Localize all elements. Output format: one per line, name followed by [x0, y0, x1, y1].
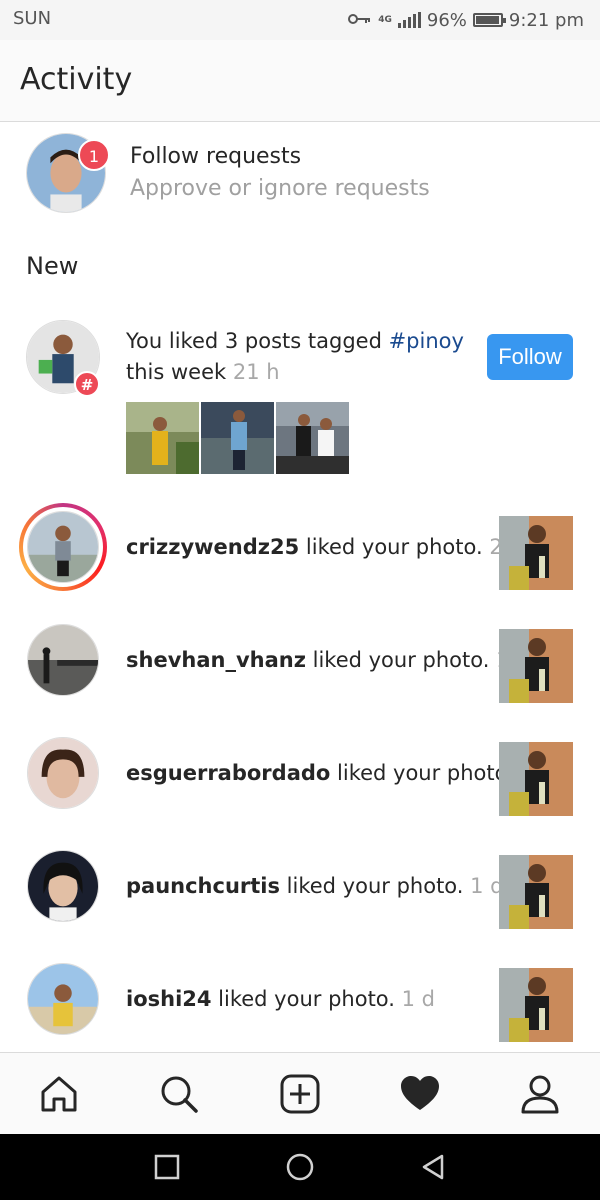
username[interactable]: ioshi24: [126, 987, 212, 1011]
tagged-post-thumbnail[interactable]: [126, 402, 199, 474]
username[interactable]: esguerrabordado: [126, 761, 330, 785]
hashtag-text-after: this week: [126, 360, 227, 384]
user-avatar[interactable]: [27, 963, 99, 1035]
hashtag-activity-time: 21 h: [232, 360, 280, 384]
hashtag-link[interactable]: #pinoy: [389, 329, 464, 353]
user-avatar[interactable]: [27, 737, 99, 809]
activity-action: liked your photo.: [330, 761, 514, 785]
activity-text: ioshi24 liked your photo. 1 d: [126, 987, 435, 1011]
tagged-post-thumbnail[interactable]: [201, 402, 274, 474]
tagged-post-thumbnail[interactable]: [276, 402, 349, 474]
activity-header: Activity: [0, 40, 600, 122]
key-icon: [348, 10, 372, 31]
signal-icon: [397, 12, 421, 28]
activity-text: shevhan_vhanz liked your photo. 1 d: [126, 648, 529, 672]
status-bar: SUN 4G 96% 9:21 pm: [0, 0, 600, 40]
activity-action: liked your photo.: [280, 874, 464, 898]
liked-post-thumbnail[interactable]: [499, 855, 573, 929]
activity-action: liked your photo.: [299, 535, 483, 559]
activity-heart-icon[interactable]: [399, 1073, 441, 1115]
activity-action: liked your photo.: [211, 987, 395, 1011]
activity-text: paunchcurtis liked your photo. 1 d: [126, 874, 504, 898]
username[interactable]: crizzywendz25: [126, 535, 299, 559]
add-post-icon[interactable]: [279, 1073, 321, 1115]
carrier-name: SUN: [13, 8, 52, 29]
home-button-icon[interactable]: [285, 1152, 315, 1182]
liked-post-thumbnail[interactable]: [499, 742, 573, 816]
activity-action: liked your photo.: [305, 648, 490, 672]
clock: 9:21 pm: [508, 9, 584, 31]
follow-request-count-badge: 1: [78, 139, 110, 171]
username[interactable]: paunchcurtis: [126, 874, 280, 898]
battery-icon: [472, 13, 506, 27]
home-icon[interactable]: [38, 1073, 80, 1115]
activity-text: crizzywendz25 liked your photo. 21 h: [126, 535, 536, 559]
network-type: 4G: [378, 14, 392, 25]
liked-post-thumbnail[interactable]: [499, 516, 573, 590]
liked-post-thumbnail[interactable]: [499, 629, 573, 703]
follow-hashtag-button[interactable]: Follow: [487, 334, 573, 380]
profile-icon[interactable]: [519, 1073, 561, 1115]
user-avatar[interactable]: [27, 511, 99, 583]
hashtag-text-before: You liked 3 posts tagged: [126, 329, 389, 353]
username[interactable]: shevhan_vhanz: [126, 648, 306, 672]
recent-apps-icon[interactable]: [152, 1152, 182, 1182]
page-title: Activity: [20, 62, 133, 97]
search-icon[interactable]: [158, 1073, 200, 1115]
hashtag-badge-icon: #: [74, 371, 100, 397]
activity-text: esguerrabordado liked your photo. 1 d: [126, 761, 554, 785]
hashtag-activity-text: You liked 3 posts tagged #pinoy this wee…: [126, 326, 466, 388]
system-navigation-bar: [0, 1134, 600, 1200]
status-icons: 4G 96% 9:21 pm: [348, 8, 584, 32]
activity-time: 1 d: [401, 987, 436, 1011]
battery-percent: 96%: [426, 9, 467, 31]
section-heading-new: New: [26, 252, 79, 280]
back-icon[interactable]: [418, 1152, 448, 1182]
follow-requests-title: Follow requests: [130, 144, 302, 169]
follow-requests-subtitle: Approve or ignore requests: [130, 176, 430, 201]
user-avatar[interactable]: [27, 624, 99, 696]
liked-post-thumbnail[interactable]: [499, 968, 573, 1042]
tagged-posts-thumbnails: [126, 402, 349, 474]
bottom-navigation: [0, 1052, 600, 1134]
user-avatar[interactable]: [27, 850, 99, 922]
